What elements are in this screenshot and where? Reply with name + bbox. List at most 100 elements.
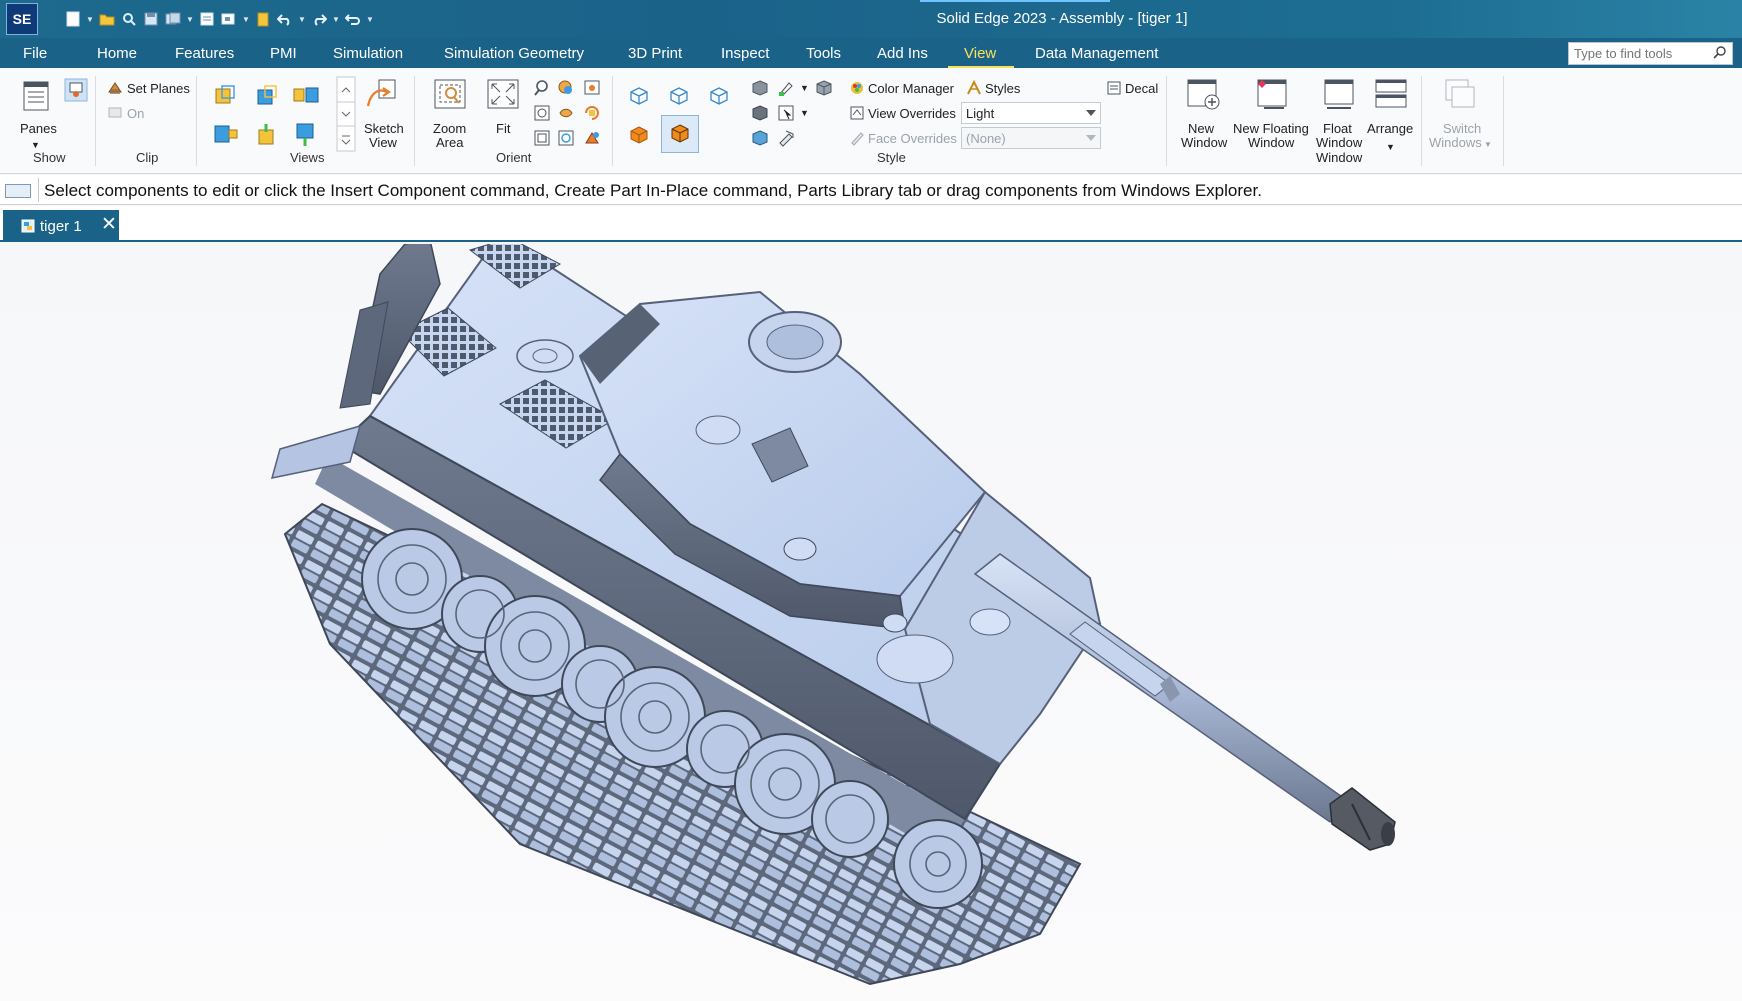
edit-display-dropdown-icon[interactable]: ▼ — [800, 81, 809, 95]
document-tab[interactable]: tiger 1 ✕ — [3, 210, 119, 242]
separator — [1421, 76, 1422, 166]
set-planes-icon[interactable] — [107, 80, 123, 96]
tab-simulation[interactable]: Simulation — [333, 45, 403, 62]
show-group-label: Show — [33, 150, 66, 165]
new-floating-window-label[interactable]: New Floating — [1233, 122, 1309, 136]
view-overrides-select[interactable]: Light — [961, 102, 1101, 124]
panes-label[interactable]: Panes — [20, 122, 57, 136]
edit-part-icon[interactable] — [777, 129, 795, 147]
visible-edges-icon[interactable] — [669, 86, 689, 106]
view-zoom-icon[interactable] — [583, 79, 601, 97]
float-window-icon[interactable] — [1321, 78, 1357, 112]
tab-simulation-geometry[interactable]: Simulation Geometry — [444, 45, 584, 62]
spin-about-icon[interactable] — [557, 129, 575, 147]
switch-windows-label-2: Windows — [1429, 135, 1482, 150]
fit-icon[interactable] — [486, 78, 520, 112]
fit-label[interactable]: Fit — [496, 122, 510, 136]
tank-muzzle-brake — [1329, 787, 1396, 851]
previous-view-icon[interactable] — [533, 129, 551, 147]
tank-model[interactable] — [0, 244, 1742, 1001]
new-window-label[interactable]: New — [1188, 122, 1214, 136]
styles-icon[interactable] — [966, 80, 982, 96]
hidden-edges-icon[interactable] — [709, 86, 729, 106]
part-display-icon[interactable] — [815, 79, 833, 97]
shaded-icon[interactable] — [629, 125, 649, 145]
display-cube-icon[interactable] — [751, 79, 769, 97]
tab-pmi[interactable]: PMI — [270, 45, 297, 62]
separator — [95, 76, 96, 166]
zoom-area-label-2[interactable]: Area — [436, 136, 463, 150]
new-floating-window-label-2[interactable]: Window — [1248, 136, 1294, 150]
rotate-icon[interactable] — [583, 104, 601, 122]
zoom-area-icon[interactable] — [433, 78, 467, 112]
tab-file[interactable]: File — [23, 45, 47, 62]
zoom-icon[interactable] — [533, 79, 551, 97]
view-overrides-label: View Overrides — [868, 106, 956, 121]
select-display-dropdown-icon[interactable]: ▼ — [800, 106, 809, 120]
view-bottom-icon[interactable] — [255, 122, 279, 146]
graphics-viewport[interactable] — [0, 244, 1742, 1001]
tab-3d-print[interactable]: 3D Print — [628, 45, 682, 62]
color-manager-icon[interactable] — [849, 80, 865, 96]
show-overlay-icon[interactable] — [64, 78, 88, 102]
new-floating-window-icon[interactable] — [1254, 78, 1290, 112]
arrange-label[interactable]: Arrange — [1367, 122, 1413, 136]
pan-icon[interactable] — [557, 104, 575, 122]
separator — [414, 76, 415, 166]
views-gallery-scroll[interactable] — [336, 76, 356, 152]
prompt-bar-icon[interactable] — [5, 184, 31, 198]
view-iso-icon[interactable] — [213, 84, 237, 106]
face-overrides-value: (None) — [966, 131, 1006, 146]
view-right-icon[interactable] — [213, 122, 239, 146]
look-at-face-icon[interactable] — [583, 129, 601, 147]
arrange-icon[interactable] — [1373, 78, 1409, 112]
float-window-label-2[interactable]: Window — [1316, 136, 1362, 150]
color-manager-label[interactable]: Color Manager — [868, 82, 954, 96]
new-window-icon[interactable] — [1186, 78, 1222, 112]
close-icon[interactable]: ✕ — [101, 214, 117, 236]
arrange-dropdown-icon[interactable]: ▼ — [1386, 140, 1395, 154]
reflective-icon[interactable] — [751, 129, 769, 147]
wireframe-icon[interactable] — [629, 86, 649, 106]
zoom-dynamic-icon[interactable] — [557, 79, 575, 97]
decal-label[interactable]: Decal — [1125, 82, 1158, 96]
face-overrides-select: (None) — [961, 127, 1101, 149]
float-window-label-3[interactable]: Window — [1316, 151, 1362, 165]
decal-icon[interactable] — [1106, 80, 1122, 96]
tab-inspect[interactable]: Inspect — [721, 45, 769, 62]
tab-home[interactable]: Home — [97, 45, 137, 62]
shaded-edges-button[interactable] — [661, 115, 699, 153]
silhouette-icon[interactable] — [751, 104, 769, 122]
chevron-down-icon — [1086, 135, 1096, 141]
sketch-view-label[interactable]: Sketch — [364, 122, 404, 136]
tab-data-management[interactable]: Data Management — [1035, 45, 1158, 62]
fit-all-icon[interactable] — [533, 104, 551, 122]
ribbon-tabs: File Home Features PMI Simulation Simula… — [0, 38, 1742, 68]
tab-features[interactable]: Features — [175, 45, 234, 62]
tab-add-ins[interactable]: Add Ins — [877, 45, 928, 62]
zoom-area-label[interactable]: Zoom — [433, 122, 466, 136]
view-overrides-icon[interactable] — [849, 105, 865, 121]
new-window-label-2[interactable]: Window — [1181, 136, 1227, 150]
sketch-view-icon[interactable] — [365, 78, 399, 110]
search-icon[interactable] — [1712, 45, 1728, 61]
set-planes-label[interactable]: Set Planes — [127, 82, 190, 96]
select-display-icon[interactable] — [777, 104, 795, 122]
title-accent — [920, 0, 1110, 2]
view-front-icon[interactable] — [292, 84, 320, 106]
face-overrides-label: Face Overrides — [868, 131, 957, 146]
view-top-icon[interactable] — [255, 84, 279, 106]
prompt-separator — [38, 178, 39, 202]
panes-icon[interactable] — [22, 80, 52, 114]
tab-tools[interactable]: Tools — [806, 45, 841, 62]
view-back-icon[interactable] — [293, 122, 317, 148]
prompt-bar: Select components to edit or click the I… — [0, 175, 1742, 205]
find-tools-input[interactable] — [1568, 42, 1733, 65]
styles-label[interactable]: Styles — [985, 82, 1020, 96]
separator — [1503, 76, 1504, 166]
window-title: Solid Edge 2023 - Assembly - [tiger 1] — [936, 10, 1188, 27]
float-window-label[interactable]: Float — [1323, 122, 1352, 136]
edit-display-icon[interactable] — [777, 79, 795, 97]
tab-view[interactable]: View — [964, 45, 996, 62]
sketch-view-label-2[interactable]: View — [369, 136, 397, 150]
